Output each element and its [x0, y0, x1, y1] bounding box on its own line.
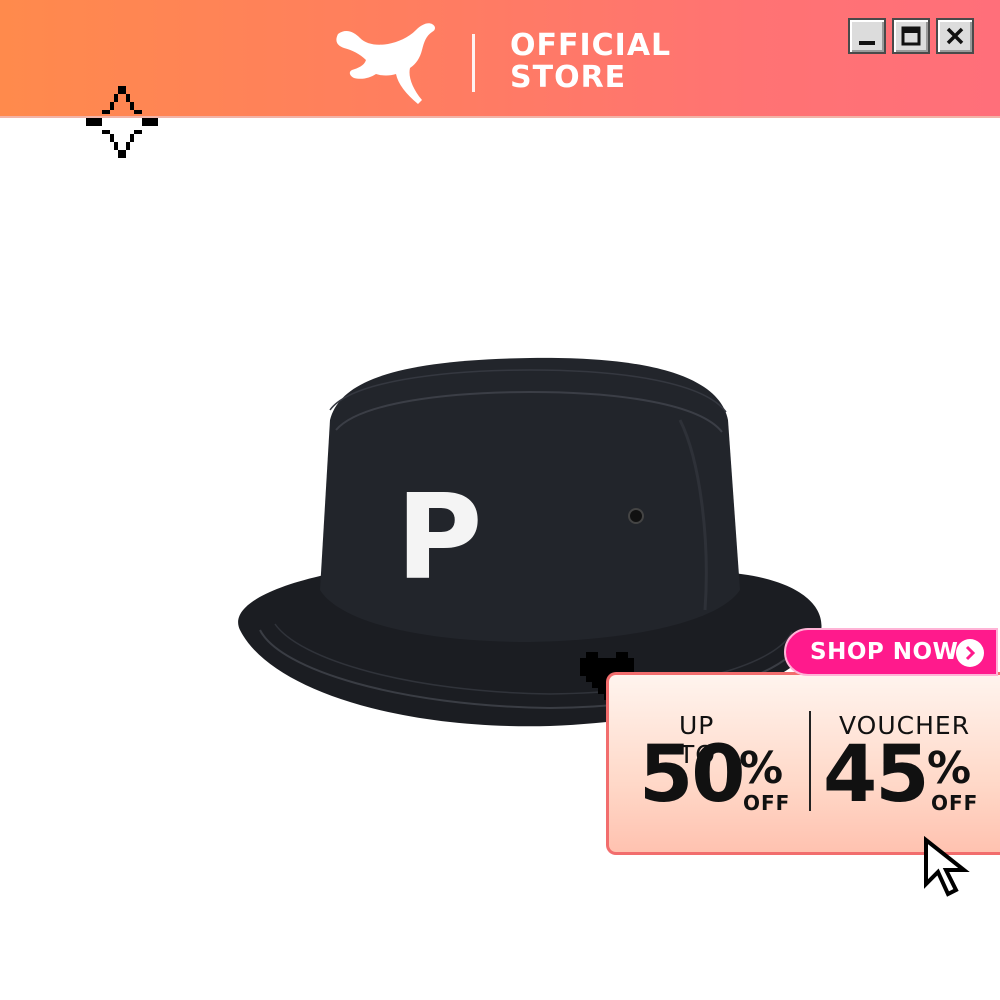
header-divider — [472, 34, 475, 92]
discount-off: OFF — [743, 791, 791, 815]
puma-logo[interactable] — [332, 18, 442, 108]
voucher-off: OFF — [931, 791, 979, 815]
p-emblem: P — [396, 468, 482, 606]
discount-value: 50 — [639, 730, 746, 820]
chevron-right-icon — [956, 639, 984, 667]
store-line-1: OFFICIAL — [510, 28, 672, 63]
official-store-label: OFFICIAL STORE — [510, 30, 671, 94]
discount-percent: % — [739, 743, 784, 794]
voucher-value: 45 — [823, 730, 930, 820]
shop-now-label: SHOP NOW — [810, 639, 959, 665]
minimize-icon — [859, 41, 875, 45]
puma-cat-icon — [336, 23, 435, 104]
maximize-icon — [901, 26, 921, 46]
promo-panel[interactable]: UP TO 50 % OFF VOUCHER 45 % OFF — [606, 672, 1000, 855]
minimize-button[interactable] — [848, 18, 886, 54]
shop-now-button[interactable]: SHOP NOW — [784, 628, 998, 676]
cursor-icon — [924, 836, 970, 897]
voucher-percent: % — [927, 743, 972, 794]
sparkle-icon — [86, 86, 158, 158]
window-controls — [848, 18, 974, 54]
close-button[interactable] — [936, 18, 974, 54]
close-icon — [946, 27, 964, 45]
store-line-2: STORE — [510, 60, 627, 95]
maximize-button[interactable] — [892, 18, 930, 54]
promo-divider — [809, 711, 811, 811]
